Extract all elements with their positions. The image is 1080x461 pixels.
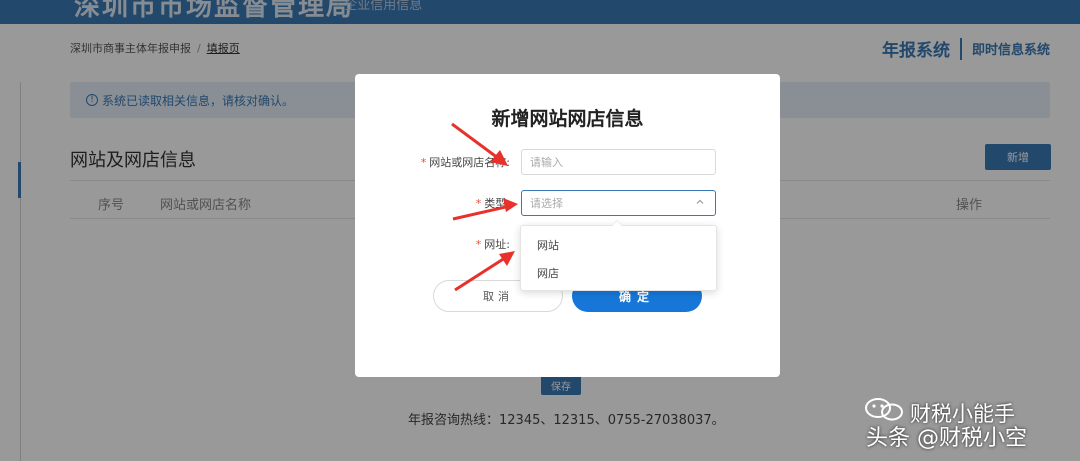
- field-label-type: * 类型:: [476, 195, 510, 211]
- type-select-placeholder: 请选择: [530, 197, 563, 210]
- field-label-url-text: 网址:: [484, 238, 510, 251]
- field-label-name: * 网站或网店名称:: [421, 154, 510, 170]
- required-mark: *: [475, 197, 482, 210]
- form-row-name: * 网站或网店名称: 请输入: [355, 149, 780, 175]
- field-label-type-text: 类型:: [484, 197, 510, 210]
- form-row-type: * 类型: 请选择: [355, 190, 780, 216]
- watermark-line2: 头条 @财税小空: [866, 426, 1027, 451]
- dropdown-option-online-store[interactable]: 网店: [521, 260, 716, 288]
- field-label-url: * 网址:: [476, 236, 510, 252]
- field-label-name-text: 网站或网店名称:: [429, 156, 510, 169]
- required-mark: *: [475, 238, 482, 251]
- required-mark: *: [420, 156, 427, 169]
- name-input[interactable]: 请输入: [521, 149, 716, 175]
- chevron-up-icon: [696, 199, 704, 204]
- dialog-title: 新增网站网店信息: [491, 108, 644, 130]
- wechat-logo-icon: [865, 398, 903, 421]
- type-select[interactable]: 请选择: [521, 190, 716, 216]
- name-input-placeholder: 请输入: [530, 156, 563, 169]
- dropdown-option-website[interactable]: 网站: [521, 232, 716, 260]
- type-dropdown-menu: 网站 网店: [520, 220, 717, 291]
- watermark: 财税小能手 头条 @财税小空: [858, 396, 1070, 456]
